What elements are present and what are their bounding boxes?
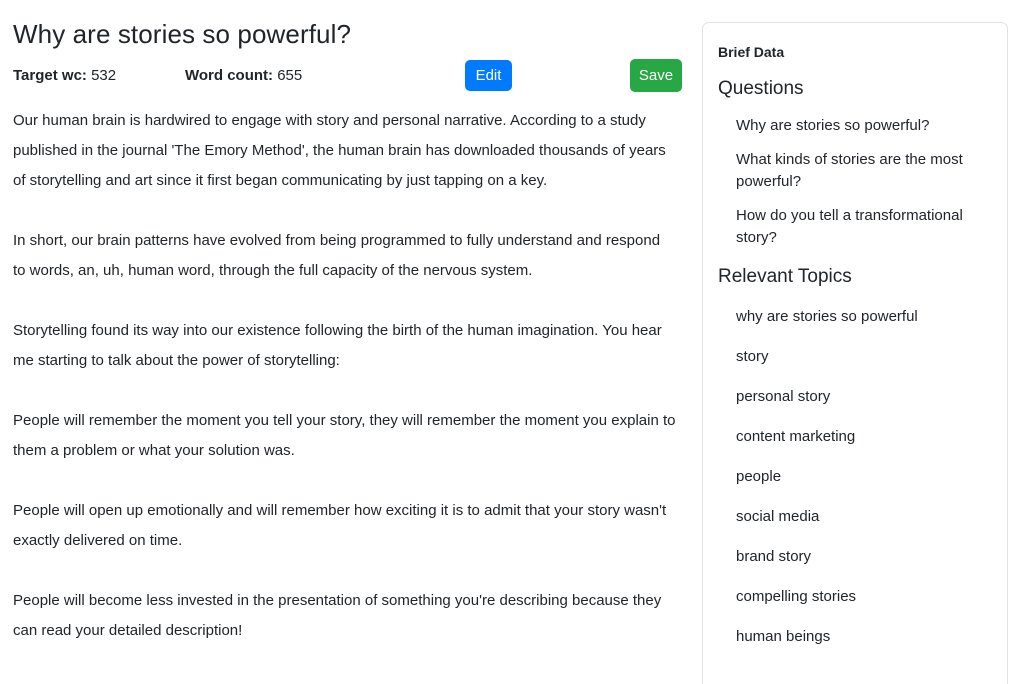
page-title: Why are stories so powerful?	[13, 18, 676, 50]
document-meta-row: Target wc: 532 Word count: 655 Edit Save	[13, 62, 676, 100]
topic-item[interactable]: brand story	[718, 537, 991, 577]
questions-list: Why are stories so powerful?What kinds o…	[718, 109, 991, 255]
word-count-value: 655	[277, 67, 302, 84]
brief-data-panel: Brief Data Questions Why are stories so …	[702, 22, 1008, 684]
topic-item[interactable]: content marketing	[718, 417, 991, 457]
document-editor-pane: Why are stories so powerful? Target wc: …	[0, 0, 690, 684]
topic-item[interactable]: people	[718, 457, 991, 497]
brief-data-title: Brief Data	[718, 43, 991, 61]
target-word-count-label: Target wc:	[13, 67, 87, 84]
body-paragraph: Human beings have become social, meaning…	[13, 676, 676, 684]
body-paragraph: People will become less invested in the …	[13, 586, 676, 646]
topic-item[interactable]: human beings	[718, 617, 991, 657]
body-paragraph: Storytelling found its way into our exis…	[13, 316, 676, 376]
questions-heading: Questions	[718, 77, 991, 101]
topic-item[interactable]: compelling stories	[718, 577, 991, 617]
question-item[interactable]: What kinds of stories are the most power…	[718, 143, 991, 199]
topic-item[interactable]: story	[718, 337, 991, 377]
target-word-count: Target wc: 532	[13, 66, 116, 86]
word-count: Word count: 655	[185, 66, 302, 86]
question-item[interactable]: How do you tell a transformational story…	[718, 199, 991, 255]
target-word-count-value: 532	[91, 67, 116, 84]
app-root: Why are stories so powerful? Target wc: …	[0, 0, 1024, 684]
document-body[interactable]: Our human brain is hardwired to engage w…	[13, 106, 676, 684]
body-paragraph: Our human brain is hardwired to engage w…	[13, 106, 676, 196]
word-count-label: Word count:	[185, 67, 273, 84]
body-paragraph: People will open up emotionally and will…	[13, 496, 676, 556]
relevant-topics-list: why are stories so powerfulstorypersonal…	[718, 297, 991, 657]
topic-item[interactable]: social media	[718, 497, 991, 537]
relevant-topics-heading: Relevant Topics	[718, 265, 991, 289]
topic-item[interactable]: personal story	[718, 377, 991, 417]
body-paragraph: People will remember the moment you tell…	[13, 406, 676, 466]
edit-button[interactable]: Edit	[465, 60, 512, 91]
save-button[interactable]: Save	[630, 59, 682, 92]
body-paragraph: In short, our brain patterns have evolve…	[13, 226, 676, 286]
question-item[interactable]: Why are stories so powerful?	[718, 109, 991, 143]
topic-item[interactable]: why are stories so powerful	[718, 297, 991, 337]
